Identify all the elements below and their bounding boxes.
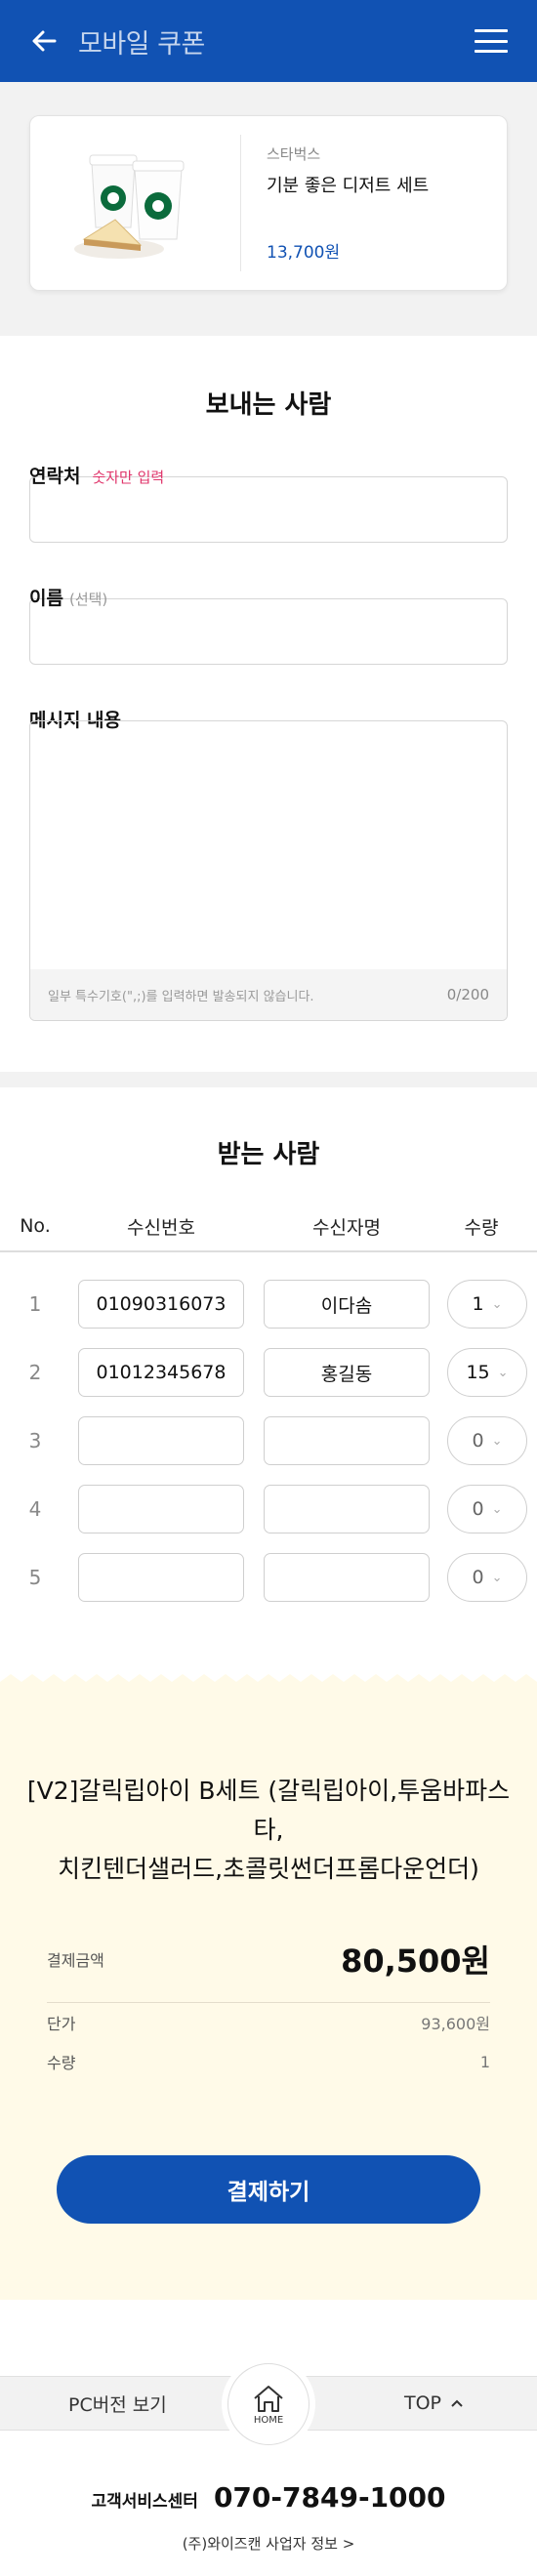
recipient-phone-input[interactable]: 01012345678 <box>78 1348 244 1397</box>
column-header-qty: 수량 <box>464 1216 499 1239</box>
receiver-row: 5 0 ⌄ <box>0 1543 537 1612</box>
chevron-down-icon: ⌄ <box>497 1365 509 1380</box>
quantity-label: 수량 <box>47 2054 76 2072</box>
business-info-link[interactable]: (주)와이즈캔 사업자 정보 > <box>0 2533 537 2554</box>
page: 모바일 쿠폰 스타벅스 기분 좋은 디저트 세트 13,700원 보내는 사람 … <box>0 0 537 2576</box>
product-card: 스타벅스 기분 좋은 디저트 세트 13,700원 <box>29 115 508 291</box>
customer-service-label: 고객서비스센터 <box>91 2492 198 2512</box>
recipient-phone-input[interactable] <box>78 1416 244 1465</box>
recipient-phone-input[interactable] <box>78 1553 244 1602</box>
chevron-down-icon: ⌄ <box>491 1570 503 1585</box>
receiver-section: 받는 사람 No. 수신번호 수신자명 수량 1 01090316073 이다솜… <box>0 1087 537 1670</box>
chevron-down-icon: ⌄ <box>491 1296 503 1312</box>
customer-service-phone[interactable]: 070-7849-1000 <box>214 2481 446 2514</box>
quantity-value: 0 <box>472 1567 484 1588</box>
footer-bar: PC버전 보기 HOME TOP <box>0 2363 537 2445</box>
row-number: 5 <box>28 1566 42 1589</box>
recipient-name-input[interactable] <box>264 1553 430 1602</box>
payment-amount-label: 결제금액 <box>47 1951 104 1970</box>
order-summary: [V2]갈릭립아이 B세트 (갈릭립아이,투움바파스타, 치킨텐더샐러드,초콜릿… <box>0 1692 537 2300</box>
chevron-down-icon: ⌄ <box>491 1501 503 1517</box>
unit-price-row: 단가 93,600원 <box>47 2003 490 2042</box>
order-title-line-1: [V2]갈릭립아이 B세트 (갈릭립아이,투움바파스타, <box>26 1777 511 1844</box>
order-details: 결제금액 80,500원 단가 93,600원 수량 1 결제하기 <box>0 1930 537 2224</box>
receiver-row: 1 01090316073 이다솜 1 ⌄ <box>0 1270 537 1338</box>
receipt-zigzag-edge <box>0 1670 537 1692</box>
sender-title: 보내는 사람 <box>205 390 332 420</box>
chevron-up-icon <box>451 2399 463 2407</box>
quantity-select[interactable]: 0 ⌄ <box>447 1485 527 1533</box>
quantity-select[interactable]: 15 ⌄ <box>447 1348 527 1397</box>
app-header: 모바일 쿠폰 <box>0 0 537 82</box>
name-hint: (선택) <box>68 591 108 608</box>
payment-amount-row: 결제금액 80,500원 <box>47 1930 490 1988</box>
name-field-group: 이름 (선택) <box>29 584 508 665</box>
recipient-name-input[interactable]: 홍길동 <box>264 1348 430 1397</box>
recipient-name-input[interactable] <box>264 1416 430 1465</box>
recipient-phone-input[interactable] <box>78 1485 244 1533</box>
receiver-rows: 1 01090316073 이다솜 1 ⌄ 2 01012345678 홍길동 1… <box>0 1270 537 1612</box>
unit-price-value: 93,600원 <box>421 2015 490 2033</box>
recipient-phone-input[interactable]: 01090316073 <box>78 1280 244 1329</box>
product-brand: 스타벅스 <box>267 145 321 163</box>
product-info: 스타벅스 기분 좋은 디저트 세트 13,700원 <box>241 143 507 263</box>
top-link[interactable]: TOP <box>404 2392 463 2414</box>
chevron-down-icon: ⌄ <box>491 1433 503 1449</box>
receiver-row: 3 0 ⌄ <box>0 1407 537 1475</box>
row-number: 1 <box>28 1292 42 1316</box>
contact-label: 연락처 <box>29 466 81 487</box>
message-footer: 일부 특수기호(",;)를 입력하면 발송되지 않습니다. 0/200 <box>30 969 507 1020</box>
section-divider <box>0 1072 537 1087</box>
row-number: 2 <box>28 1361 42 1384</box>
quantity-select[interactable]: 1 ⌄ <box>447 1280 527 1329</box>
home-label: HOME <box>253 2414 284 2426</box>
row-number: 4 <box>28 1497 42 1521</box>
product-image <box>30 135 241 271</box>
message-textarea[interactable]: 일부 특수기호(",;)를 입력하면 발송되지 않습니다. 0/200 <box>29 720 508 1021</box>
page-title: 모바일 쿠폰 <box>78 28 205 60</box>
customer-service: 고객서비스센터 070-7849-1000 <box>0 2481 537 2514</box>
pc-version-link[interactable]: PC버전 보기 <box>68 2391 167 2417</box>
order-title-line-2: 치킨텐더샐러드,초콜릿썬더프롬다운언더) <box>58 1855 479 1883</box>
receiver-table-header: No. 수신번호 수신자명 수량 <box>0 1202 537 1252</box>
recipient-name-input[interactable] <box>264 1485 430 1533</box>
row-number: 3 <box>28 1429 42 1452</box>
quantity-value: 1 <box>479 2052 490 2071</box>
column-header-no: No. <box>20 1215 51 1237</box>
product-price: 13,700원 <box>267 243 341 263</box>
quantity-value: 0 <box>472 1498 484 1520</box>
hamburger-menu-icon[interactable] <box>475 26 508 56</box>
receiver-title: 받는 사람 <box>217 1140 320 1169</box>
receiver-row: 2 01012345678 홍길동 15 ⌄ <box>0 1338 537 1407</box>
order-product-title: [V2]갈릭립아이 B세트 (갈릭립아이,투움바파스타, 치킨텐더샐러드,초콜릿… <box>0 1772 537 1889</box>
quantity-select[interactable]: 0 ⌄ <box>447 1416 527 1465</box>
name-label: 이름 <box>29 588 63 609</box>
product-section: 스타벅스 기분 좋은 디저트 세트 13,700원 <box>0 82 537 336</box>
home-button[interactable]: HOME <box>227 2363 310 2445</box>
product-name: 기분 좋은 디저트 세트 <box>267 176 430 196</box>
quantity-value: 0 <box>472 1430 484 1452</box>
column-header-name: 수신자명 <box>312 1216 381 1239</box>
receiver-row: 4 0 ⌄ <box>0 1475 537 1543</box>
pay-button[interactable]: 결제하기 <box>57 2155 480 2224</box>
home-icon <box>254 2385 283 2412</box>
sender-section: 보내는 사람 연락처 숫자만 입력 이름 (선택) 메시지 내용 일부 특수기호… <box>0 336 537 1072</box>
quantity-value: 15 <box>466 1362 490 1383</box>
quantity-value: 1 <box>472 1293 484 1315</box>
unit-price-label: 단가 <box>47 2015 76 2033</box>
quantity-select[interactable]: 0 ⌄ <box>447 1553 527 1602</box>
column-header-number: 수신번호 <box>127 1216 195 1239</box>
contact-field-group: 연락처 숫자만 입력 <box>29 462 508 543</box>
recipient-name-input[interactable]: 이다솜 <box>264 1280 430 1329</box>
quantity-row: 수량 1 <box>47 2042 490 2081</box>
back-arrow-icon[interactable] <box>27 24 61 58</box>
message-field-group: 메시지 내용 일부 특수기호(",;)를 입력하면 발송되지 않습니다. 0/2… <box>29 706 508 1021</box>
payment-amount-value: 80,500원 <box>341 1942 490 1980</box>
top-label: TOP <box>403 2392 441 2414</box>
message-char-count: 0/200 <box>446 986 489 1003</box>
message-notice: 일부 특수기호(",;)를 입력하면 발송되지 않습니다. <box>48 989 314 1004</box>
contact-hint: 숫자만 입력 <box>92 469 165 486</box>
